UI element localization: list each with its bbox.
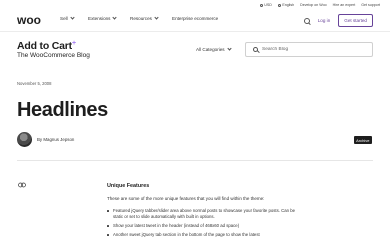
list-item: Another sweet jQuery tab section in the …: [107, 232, 297, 238]
plus-mark: +: [71, 40, 76, 47]
chevron-down-icon: [226, 46, 232, 51]
post-content: Unique Features These are some of the mo…: [107, 183, 297, 240]
site-header: woo Sell Extensions Resources Enterprise…: [0, 8, 390, 32]
author-avatar: [17, 132, 32, 147]
post-title: Headlines: [17, 99, 108, 121]
feature-list: Featured jQuery tabber/slider area above…: [107, 208, 297, 238]
archive-badge[interactable]: Archive: [353, 136, 372, 144]
chevron-down-icon: [154, 15, 159, 20]
nav-extensions-label: Extensions: [88, 16, 111, 21]
nav-enterprise-label: Enterprise ecommerce: [172, 16, 219, 21]
post-author[interactable]: By Magnus Jepson: [37, 137, 74, 142]
globe-icon: [277, 3, 281, 7]
blog-title-text: Add to Cart: [17, 40, 72, 52]
nav-enterprise[interactable]: Enterprise ecommerce: [172, 16, 218, 21]
search-icon: [253, 47, 258, 52]
section-intro: These are some of the more unique featur…: [107, 196, 265, 201]
main-nav: Sell Extensions Resources Enterprise eco…: [60, 15, 218, 21]
section-heading: Unique Features: [107, 183, 150, 189]
login-link[interactable]: Log in: [318, 18, 331, 23]
divider: [17, 160, 373, 161]
chevron-down-icon: [70, 15, 75, 20]
search-icon[interactable]: [303, 17, 310, 24]
woo-logo-text: woo: [17, 14, 41, 25]
category-select-label: All Categories: [196, 47, 225, 52]
nav-resources[interactable]: Resources: [130, 15, 172, 21]
post-date: November 5, 2008: [17, 81, 52, 86]
currency-icon: [259, 3, 263, 7]
nav-sell[interactable]: Sell: [60, 15, 88, 21]
language-label: English: [282, 3, 295, 7]
utility-link-hire[interactable]: Hire an expert: [333, 3, 356, 7]
utility-link-develop[interactable]: Develop on Woo: [300, 3, 327, 7]
blog-search-box: [245, 42, 373, 57]
woo-logo[interactable]: woo: [17, 14, 45, 25]
link-icon[interactable]: [18, 182, 26, 188]
list-item: Featured jQuery tabber/slider area above…: [107, 208, 297, 220]
nav-resources-label: Resources: [130, 16, 152, 21]
blog-subtitle: The WooCommerce Blog: [17, 52, 90, 59]
blog-title[interactable]: Add to Cart+: [17, 40, 76, 52]
nav-sell-label: Sell: [60, 16, 68, 21]
list-item: Show your latest tweet in the header (in…: [107, 223, 297, 229]
currency-label: USD: [264, 3, 272, 7]
nav-extensions[interactable]: Extensions: [88, 15, 130, 21]
chevron-down-icon: [112, 15, 118, 20]
header-actions: Log in Get started: [303, 14, 373, 27]
blog-search-input[interactable]: [262, 47, 362, 52]
currency-selector[interactable]: USD: [259, 3, 272, 7]
utility-link-support[interactable]: Get support: [361, 3, 380, 7]
language-selector[interactable]: English: [277, 3, 295, 7]
get-started-button[interactable]: Get started: [338, 14, 373, 27]
category-select[interactable]: All Categories: [196, 46, 232, 52]
